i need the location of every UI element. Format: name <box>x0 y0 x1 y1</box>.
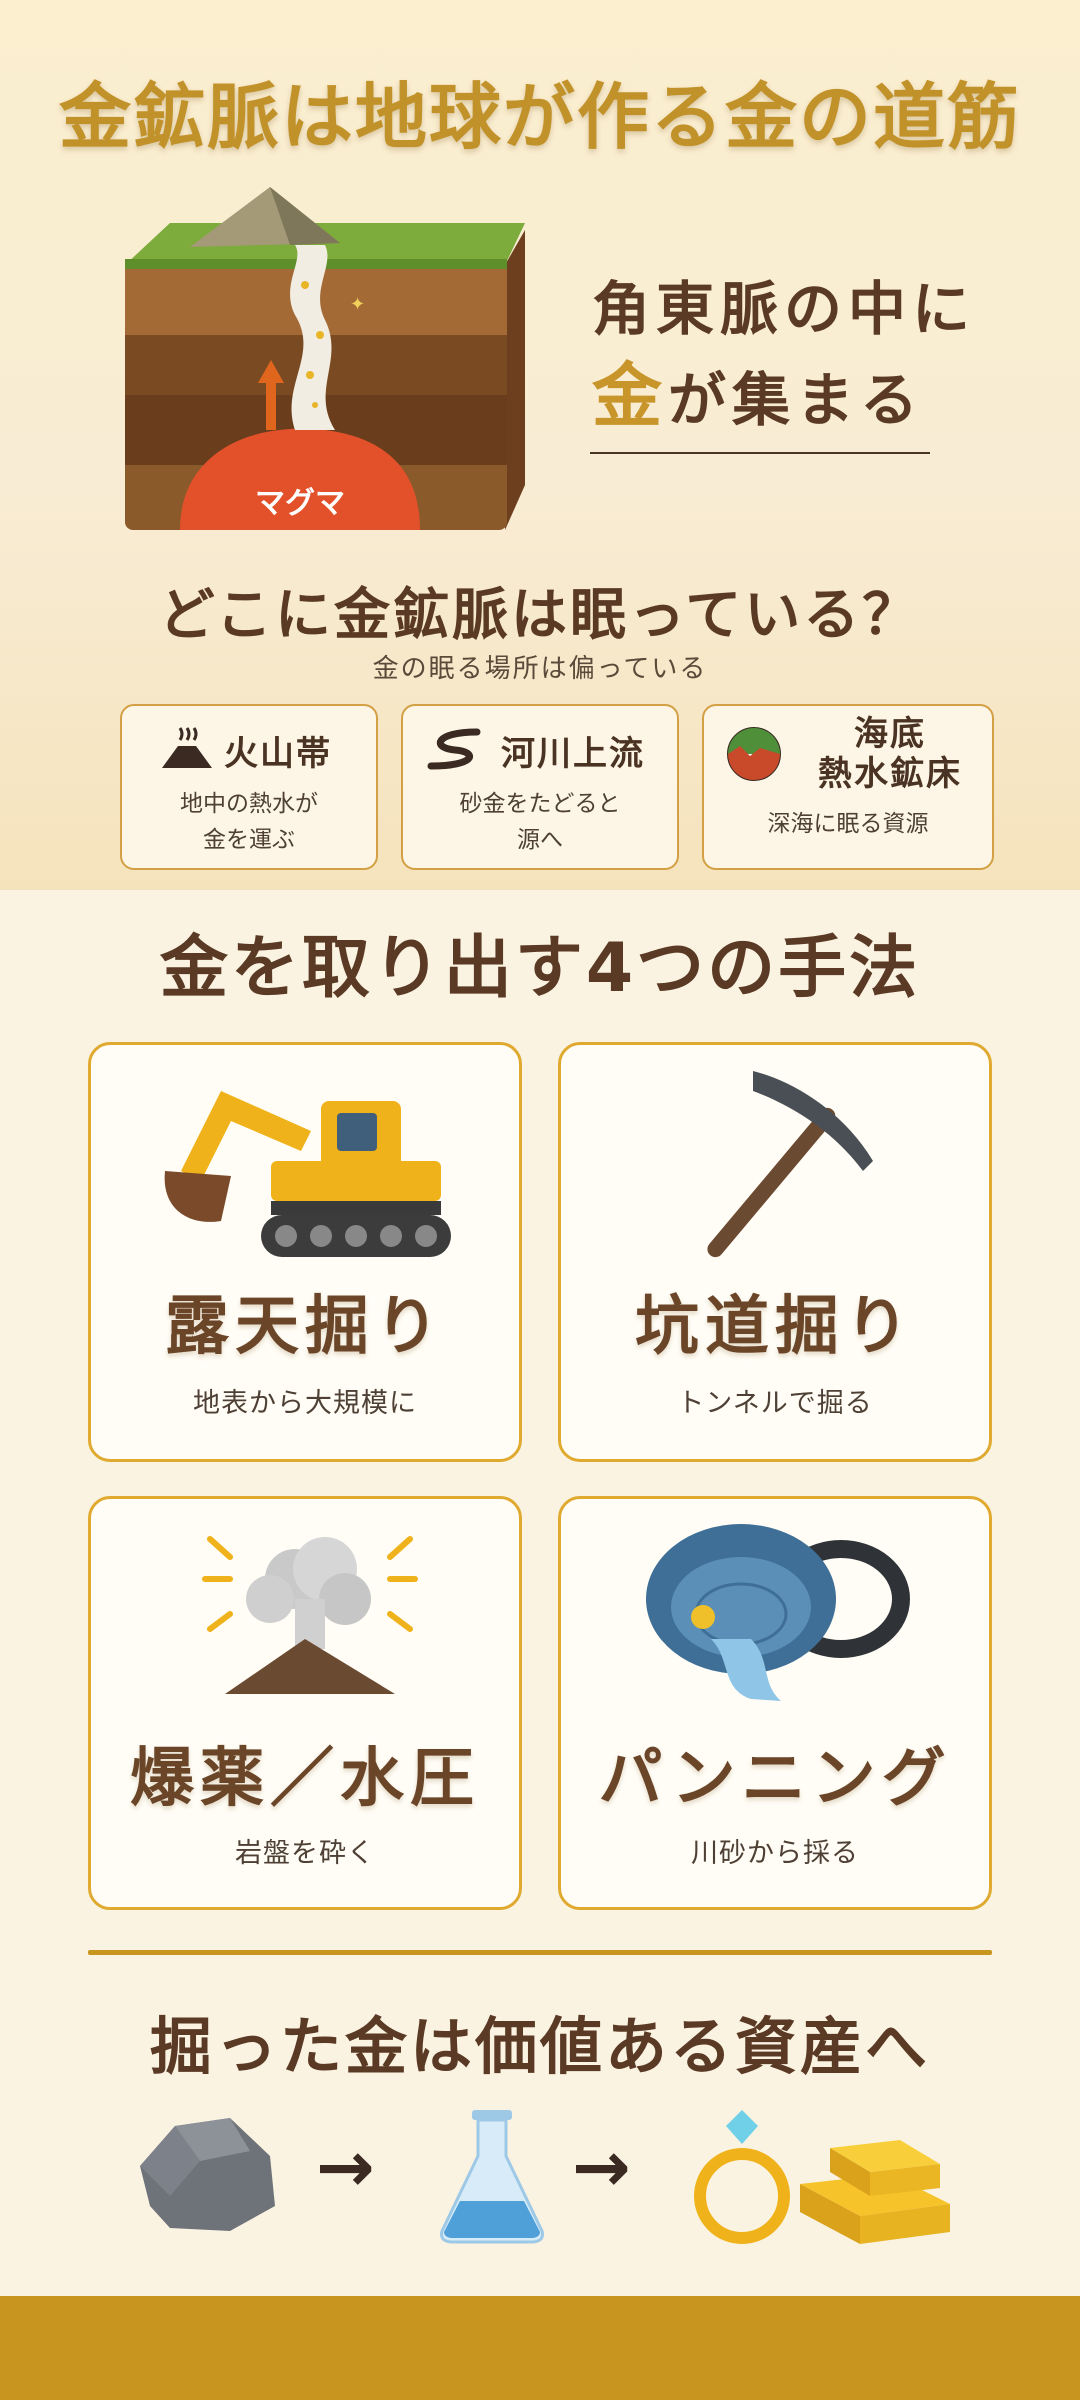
page-title: 金鉱脈は地球が作る金の道筋 <box>58 75 1021 159</box>
where-subtitle: 金の眠る場所は偏っている <box>372 654 708 684</box>
hero-headline-gold: 金 <box>592 355 668 437</box>
method-desc: トンネルで掘る <box>677 1388 873 1419</box>
arrow-icon: → <box>316 2126 375 2208</box>
rock-icon <box>140 2118 275 2231</box>
hero-divider <box>590 452 930 454</box>
method-card-underground: 坑道掘り トンネルで掘る <box>558 1042 992 1462</box>
location-card-desc: 深海に眠る資源 <box>767 811 929 837</box>
method-title: パンニング <box>598 1742 952 1816</box>
explosion-icon <box>202 1536 418 1694</box>
magma-label: マグマ <box>255 486 345 521</box>
hero-headline-rest: が集まる <box>668 366 925 434</box>
location-card-desc: 砂金をたどると 源へ <box>459 791 621 853</box>
method-desc: 川砂から採る <box>691 1838 859 1869</box>
footer-band <box>0 2296 1080 2400</box>
seafloor-icon <box>727 727 781 781</box>
method-title: 坑道掘り <box>635 1290 915 1364</box>
method-card-panning: パンニング 川砂から採る <box>558 1496 992 1910</box>
location-card-title: 火山帯 <box>224 734 332 774</box>
method-card-blasting: 爆薬／水圧 岩盤を砕く <box>88 1496 522 1910</box>
location-card-desc: 地中の熱水が 金を運ぶ <box>180 791 318 853</box>
location-card-river: 河川上流 砂金をたどると 源へ <box>401 704 679 870</box>
location-card-seafloor: 海底 熱水鉱床 深海に眠る資源 <box>702 704 994 870</box>
section-divider <box>88 1950 992 1955</box>
where-title: どこに金鉱脈は眠っている？ <box>158 583 922 648</box>
arrow-icon: → <box>572 2126 631 2208</box>
flask-icon <box>440 2110 544 2244</box>
method-desc: 地表から大規模に <box>193 1388 417 1419</box>
location-card-title: 河川上流 <box>501 734 645 774</box>
svg-text:✦: ✦ <box>350 294 365 315</box>
hero-headline-line2: 金が集まる <box>592 340 924 441</box>
method-desc: 岩盤を砕く <box>235 1838 375 1869</box>
location-card-title: 海底 熱水鉱床 <box>818 714 962 794</box>
location-card-volcano: 火山帯 地中の熱水が 金を運ぶ <box>120 704 378 870</box>
method-title: 爆薬／水圧 <box>130 1742 480 1816</box>
methods-title: 金を取り出す4つの手法 <box>159 929 921 1008</box>
excavator-icon <box>164 1091 451 1257</box>
gold-pan-icon <box>646 1524 910 1701</box>
gold-ring-and-bars-icon <box>694 2110 950 2244</box>
method-title: 露天掘り <box>165 1290 445 1364</box>
value-title: 掘った金は価値ある資産へ <box>149 2010 930 2083</box>
pickaxe-icon <box>707 1071 873 1258</box>
method-card-open-pit: 露天掘り 地表から大規模に <box>88 1042 522 1462</box>
river-icon <box>427 728 481 770</box>
volcano-icon <box>162 727 212 768</box>
hero-headline-line1: 角東脈の中に <box>592 275 977 343</box>
